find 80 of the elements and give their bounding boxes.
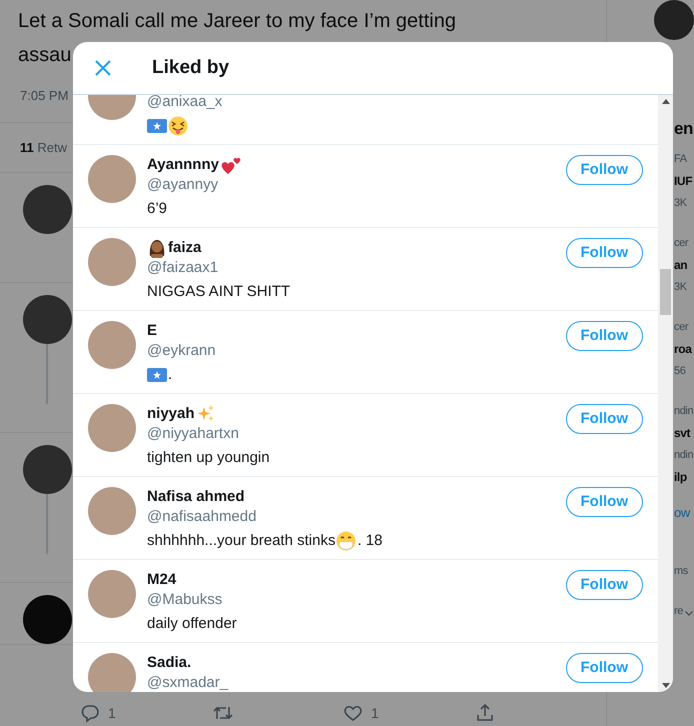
user-name: niyyah xyxy=(147,404,195,424)
action-count: 1 xyxy=(108,704,116,722)
sidebar-text: ndin xyxy=(674,448,694,463)
user-bio: . xyxy=(168,365,172,385)
flag-icon xyxy=(147,368,167,382)
sidebar-text: 3K xyxy=(674,280,687,295)
user-bio: daily offender xyxy=(147,614,237,634)
sidebar-text: IUF xyxy=(674,173,692,190)
avatar xyxy=(23,595,72,644)
user-name: Nafisa ahmed xyxy=(147,487,245,507)
user-bio: 6’9 xyxy=(147,199,168,219)
sidebar-text: ms xyxy=(674,564,688,579)
woman-icon xyxy=(147,238,167,258)
follow-button[interactable]: Follow xyxy=(566,238,643,268)
user-name: Ayannnny xyxy=(147,155,219,175)
chevron-down-icon[interactable] xyxy=(684,610,693,616)
tongue-face-icon xyxy=(168,116,188,136)
avatar xyxy=(88,487,136,535)
avatar xyxy=(88,321,136,369)
sidebar-text: ndin xyxy=(674,404,694,419)
user-bio: shhhhhh...your breath stinks xyxy=(147,531,336,551)
scroll-thumb[interactable] xyxy=(660,269,671,315)
avatar xyxy=(88,653,136,692)
avatar xyxy=(654,0,694,40)
user-bio: tighten up youngin xyxy=(147,448,270,468)
tweet-text: Let a Somali call me Jareer to my face I’m getting xyxy=(17,9,457,34)
sidebar-text: FA xyxy=(674,152,687,167)
mask-face-icon xyxy=(336,531,356,551)
stat-label: Retw xyxy=(37,140,67,154)
reply-icon[interactable] xyxy=(80,703,100,723)
user-handle: @anixaa_x xyxy=(147,95,222,112)
sidebar-text: 56 xyxy=(674,364,686,379)
retweet-count: 11 xyxy=(20,140,34,154)
scroll-down-icon[interactable] xyxy=(662,683,670,688)
user-handle: @eykrann xyxy=(147,341,216,361)
user-bio: . 18 xyxy=(357,531,382,551)
sidebar-text: ilp xyxy=(674,469,687,486)
user-handle: @sxmadar_ xyxy=(147,673,228,692)
user-bio: NIGGAS AINT SHITT xyxy=(147,282,290,302)
sidebar-text: cer xyxy=(674,236,688,251)
flag-icon xyxy=(147,119,167,133)
avatar xyxy=(23,445,72,494)
scrollbar[interactable] xyxy=(658,95,673,692)
avatar xyxy=(88,155,136,203)
sidebar-text: re xyxy=(674,604,683,619)
follow-button[interactable]: Follow xyxy=(566,487,643,517)
avatar xyxy=(23,295,72,344)
user-handle: @faizaax1 xyxy=(147,258,218,278)
user-handle: @niyyahartxn xyxy=(147,424,239,444)
follow-button[interactable]: Follow xyxy=(566,155,643,185)
dialog-title: Liked by xyxy=(152,56,230,80)
user-handle: @ayannyy xyxy=(147,175,218,195)
heart-icon[interactable] xyxy=(343,703,363,723)
sidebar-text[interactable]: ow xyxy=(674,504,690,522)
follow-button[interactable]: Follow xyxy=(566,404,643,434)
follow-button[interactable]: Follow xyxy=(566,321,643,351)
avatar xyxy=(88,404,136,452)
follow-button[interactable]: Follow xyxy=(566,570,643,600)
user-handle: @nafisaahmedd xyxy=(147,507,256,527)
sidebar-text: 3K xyxy=(674,196,687,211)
avatar xyxy=(88,238,136,286)
avatar xyxy=(88,570,136,618)
tweet-text: assau xyxy=(17,43,72,68)
user-name: E xyxy=(147,321,158,341)
sidebar-text: roa xyxy=(674,341,692,358)
tweet-time: 7:05 PM xyxy=(19,87,70,105)
user-name: Sadia. xyxy=(147,653,192,673)
sidebar-text: an xyxy=(674,257,688,274)
user-handle: @Mabukss xyxy=(147,590,222,610)
sidebar-text: svt xyxy=(674,425,690,442)
sidebar-text: cer xyxy=(674,320,688,335)
user-name: M24 xyxy=(147,570,176,590)
hearts-icon xyxy=(220,155,242,175)
share-icon[interactable] xyxy=(474,703,494,723)
follow-button[interactable]: Follow xyxy=(566,653,643,683)
scroll-up-icon[interactable] xyxy=(662,99,670,104)
action-count: 1 xyxy=(371,704,379,722)
user-name: faiza xyxy=(168,238,202,258)
sidebar-text: en xyxy=(674,120,694,138)
avatar xyxy=(23,185,72,234)
